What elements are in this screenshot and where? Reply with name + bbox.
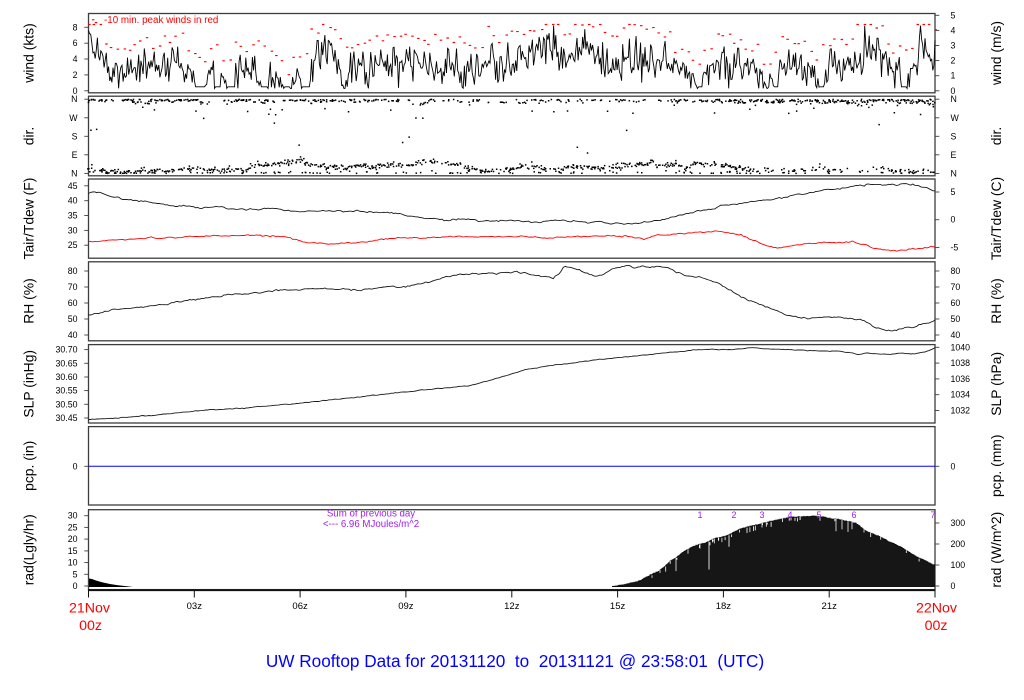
svg-text:10: 10 (68, 558, 78, 568)
svg-text:1040: 1040 (951, 342, 971, 352)
svg-text:6: 6 (73, 38, 78, 48)
svg-text:09z: 09z (398, 601, 414, 612)
svg-text:N: N (951, 94, 957, 104)
svg-text:00z: 00z (925, 618, 948, 634)
svg-text:30.45: 30.45 (55, 413, 77, 423)
svg-text:1038: 1038 (951, 358, 971, 368)
svg-text:0: 0 (951, 461, 956, 471)
svg-text:22Nov: 22Nov (916, 601, 958, 617)
svg-text:-10 min. peak winds in red: -10 min. peak winds in red (104, 15, 218, 26)
svg-text:2: 2 (731, 510, 736, 520)
svg-text:3: 3 (759, 510, 764, 520)
svg-text:45: 45 (68, 181, 78, 191)
svg-text:6: 6 (851, 510, 856, 520)
svg-text:60: 60 (951, 298, 961, 308)
svg-text:2: 2 (73, 70, 78, 80)
svg-text:80: 80 (68, 266, 78, 276)
svg-text:03z: 03z (187, 601, 203, 612)
svg-text:wind (m/s): wind (m/s) (988, 21, 1004, 86)
svg-text:25: 25 (68, 522, 78, 532)
svg-text:Tair/Tdew (F): Tair/Tdew (F) (21, 178, 37, 260)
svg-text:0: 0 (73, 461, 78, 471)
svg-text:1032: 1032 (951, 406, 971, 416)
svg-text:06z: 06z (292, 601, 308, 612)
svg-text:7: 7 (930, 510, 935, 520)
svg-text:25: 25 (68, 240, 78, 250)
svg-text:4: 4 (787, 510, 792, 520)
svg-text:dir.: dir. (988, 127, 1004, 146)
svg-text:30: 30 (68, 225, 78, 235)
svg-text:S: S (951, 131, 957, 141)
svg-text:N: N (71, 94, 77, 104)
svg-text:100: 100 (951, 560, 966, 570)
svg-text:RH (%): RH (%) (988, 278, 1004, 324)
svg-text:50: 50 (68, 314, 78, 324)
svg-text:0: 0 (951, 215, 956, 225)
svg-text:40: 40 (68, 330, 78, 340)
svg-text:RH (%): RH (%) (21, 278, 37, 324)
svg-text:5: 5 (951, 187, 956, 197)
svg-text:N: N (71, 168, 77, 178)
svg-text:20: 20 (68, 534, 78, 544)
svg-text:80: 80 (951, 266, 961, 276)
svg-text:15z: 15z (610, 601, 626, 612)
svg-text:1: 1 (697, 510, 702, 520)
svg-text:pcp. (in): pcp. (in) (21, 441, 37, 491)
svg-text:30: 30 (68, 511, 78, 521)
svg-text:UW Rooftop Data for 20131120: UW Rooftop Data for 20131120 to 20131121… (266, 651, 764, 671)
svg-text:40: 40 (68, 196, 78, 206)
svg-text:pcp. (mm): pcp. (mm) (988, 435, 1004, 498)
svg-text:SLP (hPa): SLP (hPa) (988, 352, 1004, 416)
svg-text:15: 15 (68, 546, 78, 556)
svg-text:12z: 12z (504, 601, 520, 612)
svg-text:S: S (72, 131, 78, 141)
svg-text:W: W (951, 113, 960, 123)
svg-text:21z: 21z (822, 601, 838, 612)
svg-text:200: 200 (951, 539, 966, 549)
svg-text:60: 60 (68, 298, 78, 308)
svg-text:wind (kts): wind (kts) (21, 23, 37, 83)
svg-text:35: 35 (68, 211, 78, 221)
svg-text:Sum of previous day: Sum of previous day (327, 509, 415, 520)
svg-text:3: 3 (951, 41, 956, 51)
svg-text:-5: -5 (951, 242, 959, 252)
svg-text:40: 40 (951, 330, 961, 340)
svg-text:5: 5 (73, 569, 78, 579)
svg-text:30.55: 30.55 (55, 386, 77, 396)
svg-text:1034: 1034 (951, 390, 971, 400)
svg-text:SLP (inHg): SLP (inHg) (21, 350, 37, 418)
svg-text:00z: 00z (79, 618, 102, 634)
svg-text:W: W (69, 113, 78, 123)
svg-text:70: 70 (68, 282, 78, 292)
svg-text:30.50: 30.50 (55, 399, 77, 409)
svg-text:30.65: 30.65 (55, 358, 77, 368)
svg-text:18z: 18z (716, 601, 732, 612)
svg-text:0: 0 (73, 581, 78, 591)
svg-text:4: 4 (73, 54, 78, 64)
svg-text:<--- 6.96 MJoules/m^2: <--- 6.96 MJoules/m^2 (323, 519, 419, 530)
svg-text:0: 0 (951, 581, 956, 591)
svg-text:300: 300 (951, 518, 966, 528)
svg-text:rad(Lgly/hr): rad(Lgly/hr) (21, 514, 37, 585)
svg-text:30.60: 30.60 (55, 372, 77, 382)
svg-text:5: 5 (816, 510, 821, 520)
svg-text:5: 5 (951, 10, 956, 20)
svg-text:E: E (72, 150, 78, 160)
svg-text:N: N (951, 168, 957, 178)
svg-text:50: 50 (951, 314, 961, 324)
svg-text:dir.: dir. (21, 127, 37, 146)
svg-text:70: 70 (951, 282, 961, 292)
svg-text:30.70: 30.70 (55, 345, 77, 355)
svg-text:2: 2 (951, 56, 956, 66)
svg-text:1: 1 (951, 71, 956, 81)
svg-text:21Nov: 21Nov (69, 601, 111, 617)
svg-text:rad (W/m^2): rad (W/m^2) (988, 512, 1004, 588)
svg-text:E: E (951, 150, 957, 160)
svg-text:1036: 1036 (951, 374, 971, 384)
svg-text:8: 8 (73, 22, 78, 32)
svg-text:Tair/Tdew (C): Tair/Tdew (C) (988, 177, 1004, 260)
svg-text:4: 4 (951, 25, 956, 35)
